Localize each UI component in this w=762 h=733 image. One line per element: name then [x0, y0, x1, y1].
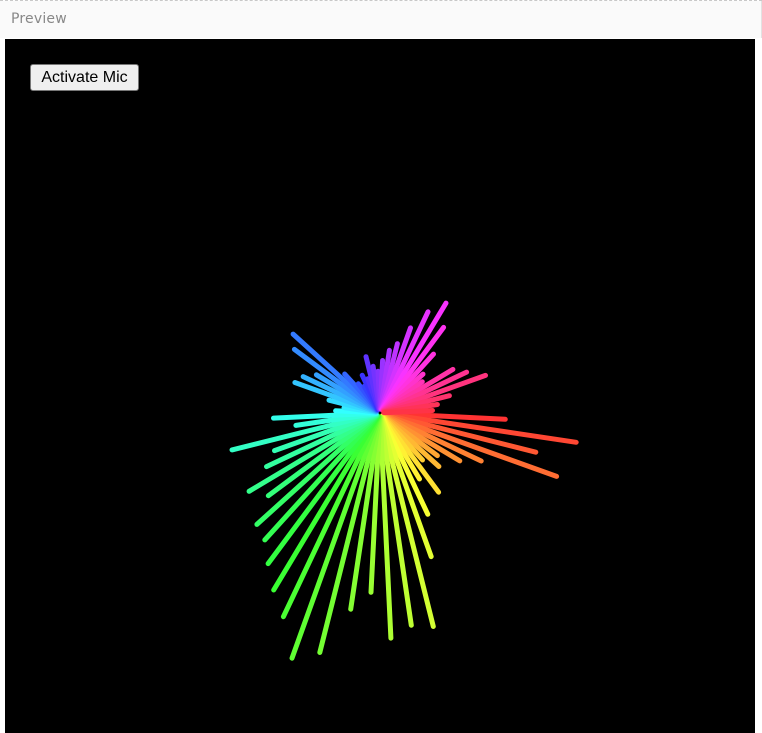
visualizer-ray [381, 408, 435, 416]
activate-mic-button[interactable]: Activate Mic [30, 64, 139, 91]
radial-audio-visualizer [229, 300, 579, 661]
preview-title: Preview [11, 11, 67, 27]
preview-pane: Preview Activate Mic [0, 0, 762, 733]
visualizer-canvas: Activate Mic [5, 39, 755, 733]
preview-header: Preview [0, 1, 762, 38]
